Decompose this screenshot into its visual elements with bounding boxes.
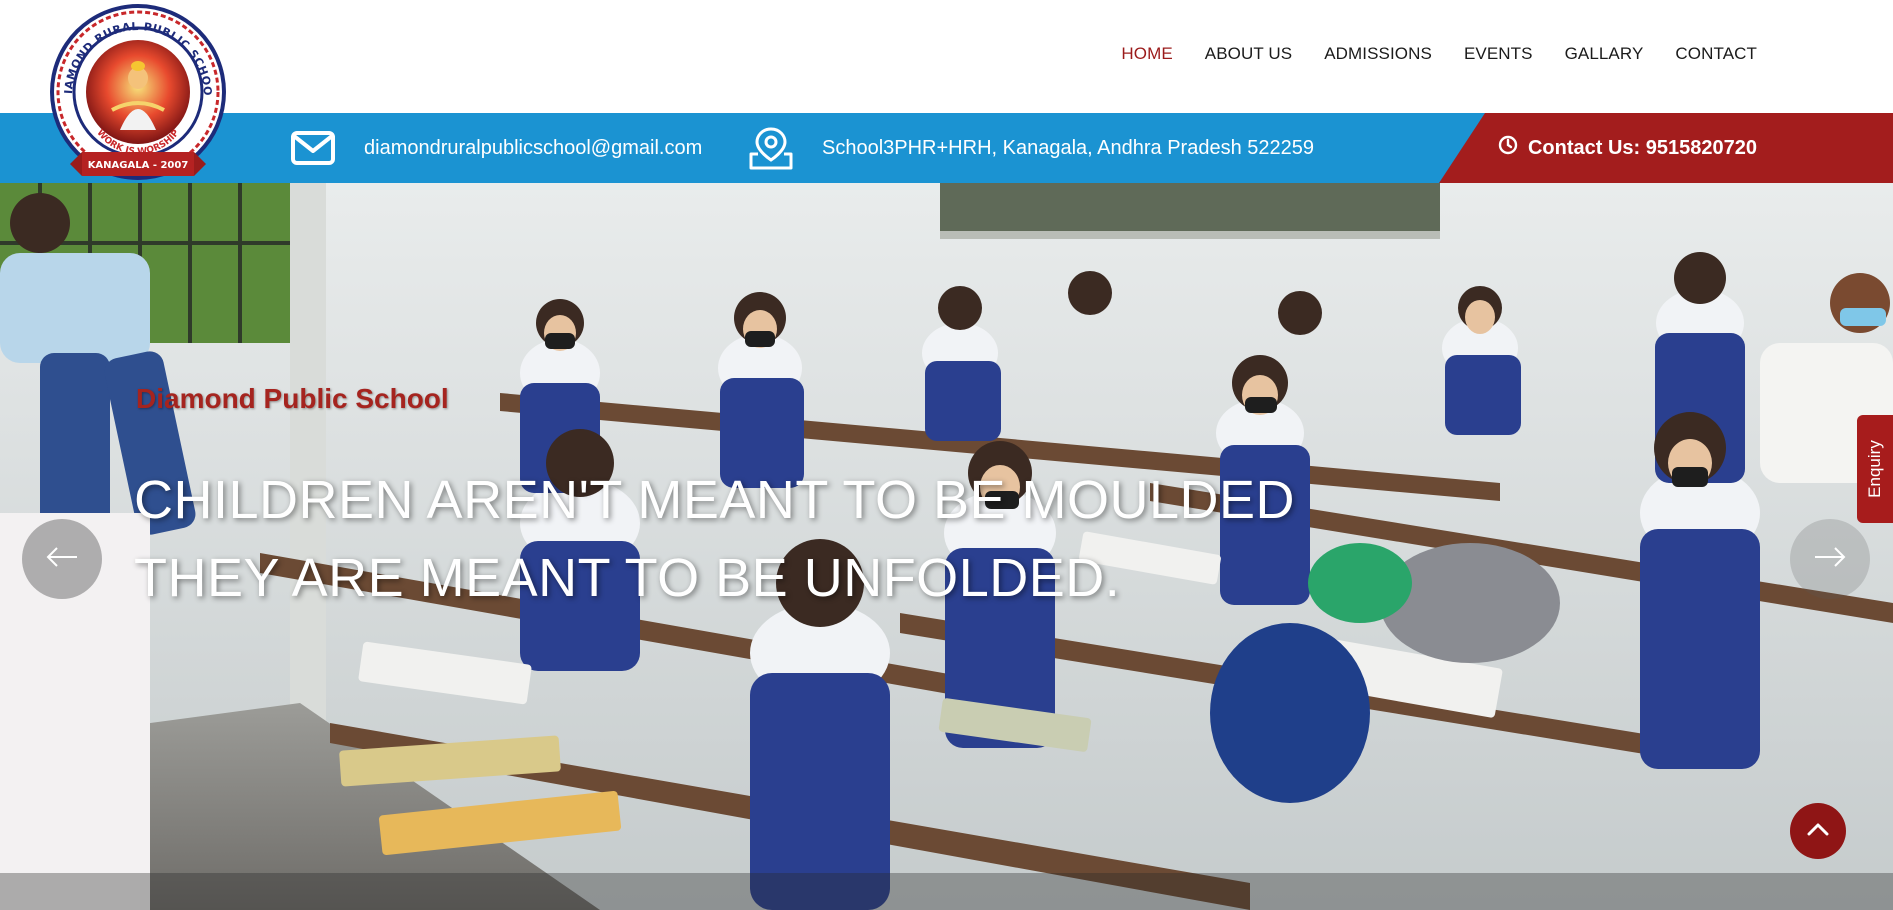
logo-ribbon: KANAGALA - 2007 <box>88 160 189 171</box>
hero-slider: Diamond Public School CHILDREN AREN'T ME… <box>0 183 1893 910</box>
arrow-left-icon <box>45 546 79 572</box>
slider-prev-button[interactable] <box>22 519 102 599</box>
nav-contact[interactable]: CONTACT <box>1675 44 1757 64</box>
map-pin-icon <box>748 126 794 170</box>
main-nav: HOME ABOUT US ADMISSIONS EVENTS GALLARY … <box>1121 44 1757 64</box>
school-logo[interactable]: DIAMOND RURAL PUBLIC SCHOOL WORK IS WORS… <box>37 0 234 192</box>
contact-phone[interactable]: Contact Us: 9515820720 <box>1498 113 1757 183</box>
nav-admissions[interactable]: ADMISSIONS <box>1324 44 1432 64</box>
hero-title-line1: CHILDREN AREN'T MEANT TO BE MOULDED <box>134 470 1296 530</box>
hero-title: CHILDREN AREN'T MEANT TO BE MOULDED THEY… <box>134 461 1295 617</box>
enquiry-tab[interactable]: Enquiry <box>1857 415 1893 523</box>
chevron-up-icon <box>1807 822 1829 841</box>
slider-next-button[interactable] <box>1790 519 1870 599</box>
envelope-icon <box>290 130 336 166</box>
address-info: School3PHR+HRH, Kanagala, Andhra Pradesh… <box>748 113 1314 183</box>
hero-title-line2: THEY ARE MEANT TO BE UNFOLDED. <box>134 548 1121 608</box>
clock-icon <box>1498 135 1518 161</box>
email-info[interactable]: diamondruralpublicschool@gmail.com <box>290 113 702 183</box>
hero-subtitle: Diamond Public School <box>136 383 449 414</box>
nav-home[interactable]: HOME <box>1121 44 1172 64</box>
contact-phone-text[interactable]: Contact Us: 9515820720 <box>1528 137 1757 160</box>
nav-events[interactable]: EVENTS <box>1464 44 1533 64</box>
address-text: School3PHR+HRH, Kanagala, Andhra Pradesh… <box>822 136 1314 159</box>
enquiry-label: Enquiry <box>1865 440 1885 498</box>
nav-gallary[interactable]: GALLARY <box>1565 44 1644 64</box>
site-header: HOME ABOUT US ADMISSIONS EVENTS GALLARY … <box>0 0 1893 113</box>
nav-about-us[interactable]: ABOUT US <box>1205 44 1292 64</box>
email-text[interactable]: diamondruralpublicschool@gmail.com <box>364 137 702 160</box>
arrow-right-icon <box>1813 546 1847 572</box>
scroll-to-top-button[interactable] <box>1790 803 1846 859</box>
